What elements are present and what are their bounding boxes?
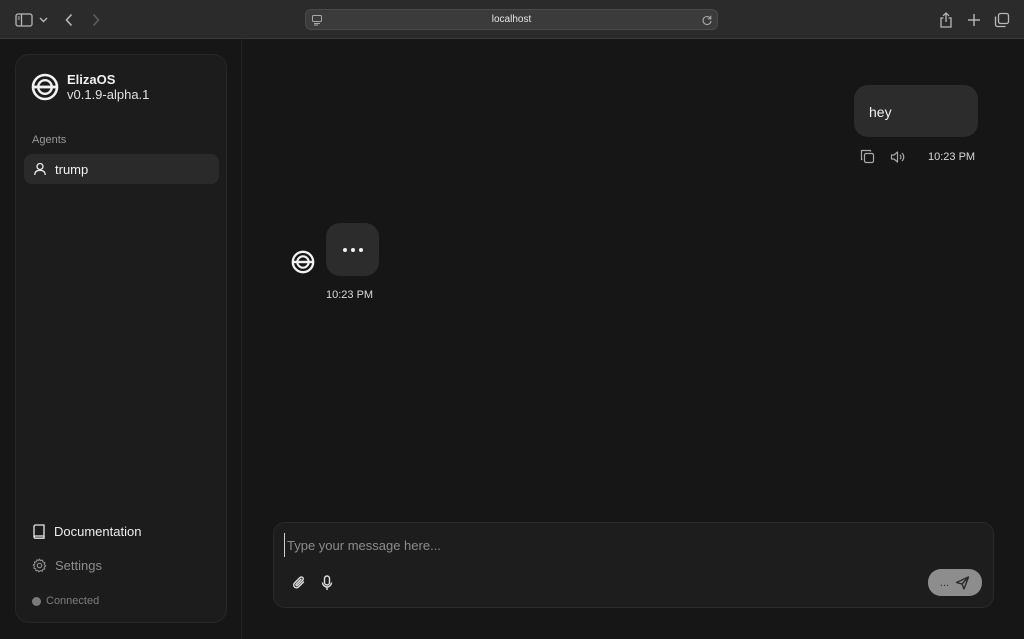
copy-icon[interactable] <box>860 149 875 164</box>
paperclip-icon[interactable] <box>292 575 307 591</box>
message-composer: ... <box>273 522 994 608</box>
book-icon <box>32 524 46 539</box>
forward-icon[interactable] <box>85 9 107 31</box>
user-message-bubble: hey <box>854 85 978 137</box>
send-button-label: ... <box>939 576 950 589</box>
brand[interactable]: ElizaOS v0.1.9-alpha.1 <box>31 72 149 102</box>
status-dot-icon <box>32 596 41 606</box>
back-icon[interactable] <box>58 9 80 31</box>
send-button[interactable]: ... <box>928 569 982 596</box>
send-icon <box>955 575 970 590</box>
sidebar-item-agent-trump[interactable]: trump <box>24 154 219 184</box>
sidebar-region: ElizaOS v0.1.9-alpha.1 Agents trump Docu… <box>0 39 242 639</box>
user-icon <box>33 162 47 176</box>
agent-name: trump <box>55 161 89 177</box>
agent-message-bubble <box>326 223 379 276</box>
user-message-time: 10:23 PM <box>928 150 976 163</box>
elizaos-logo-icon <box>31 73 59 101</box>
settings-link[interactable]: Settings <box>32 558 102 573</box>
agent-avatar-icon <box>291 250 315 274</box>
share-icon[interactable] <box>935 9 957 31</box>
typing-indicator-icon <box>341 247 365 252</box>
message-input[interactable] <box>284 533 924 557</box>
sidebar-toggle-icon[interactable] <box>13 9 35 31</box>
settings-label: Settings <box>55 558 102 573</box>
documentation-link[interactable]: Documentation <box>32 524 141 539</box>
user-message-text: hey <box>869 104 892 120</box>
agent-message-time: 10:23 PM <box>326 289 374 301</box>
sidebar: ElizaOS v0.1.9-alpha.1 Agents trump Docu… <box>15 54 227 623</box>
documentation-label: Documentation <box>54 524 142 539</box>
brand-version: v0.1.9-alpha.1 <box>67 87 150 102</box>
gear-icon <box>32 558 47 573</box>
browser-toolbar: localhost <box>0 0 1024 39</box>
agents-section-label: Agents <box>32 134 67 146</box>
tab-overview-icon[interactable] <box>991 9 1013 31</box>
microphone-icon[interactable] <box>321 575 333 591</box>
status-label: Connected <box>46 595 100 607</box>
new-tab-icon[interactable] <box>963 9 985 31</box>
reload-icon[interactable] <box>701 13 713 31</box>
chevron-down-icon[interactable] <box>36 9 50 31</box>
speaker-icon[interactable] <box>890 150 906 164</box>
brand-name: ElizaOS <box>67 72 116 87</box>
url-text: localhost <box>491 14 532 25</box>
address-bar[interactable]: localhost <box>305 9 718 30</box>
app-root: ElizaOS v0.1.9-alpha.1 Agents trump Docu… <box>0 39 1024 639</box>
connection-status: Connected <box>32 595 99 607</box>
message-actions: 10:23 PM <box>860 149 975 164</box>
